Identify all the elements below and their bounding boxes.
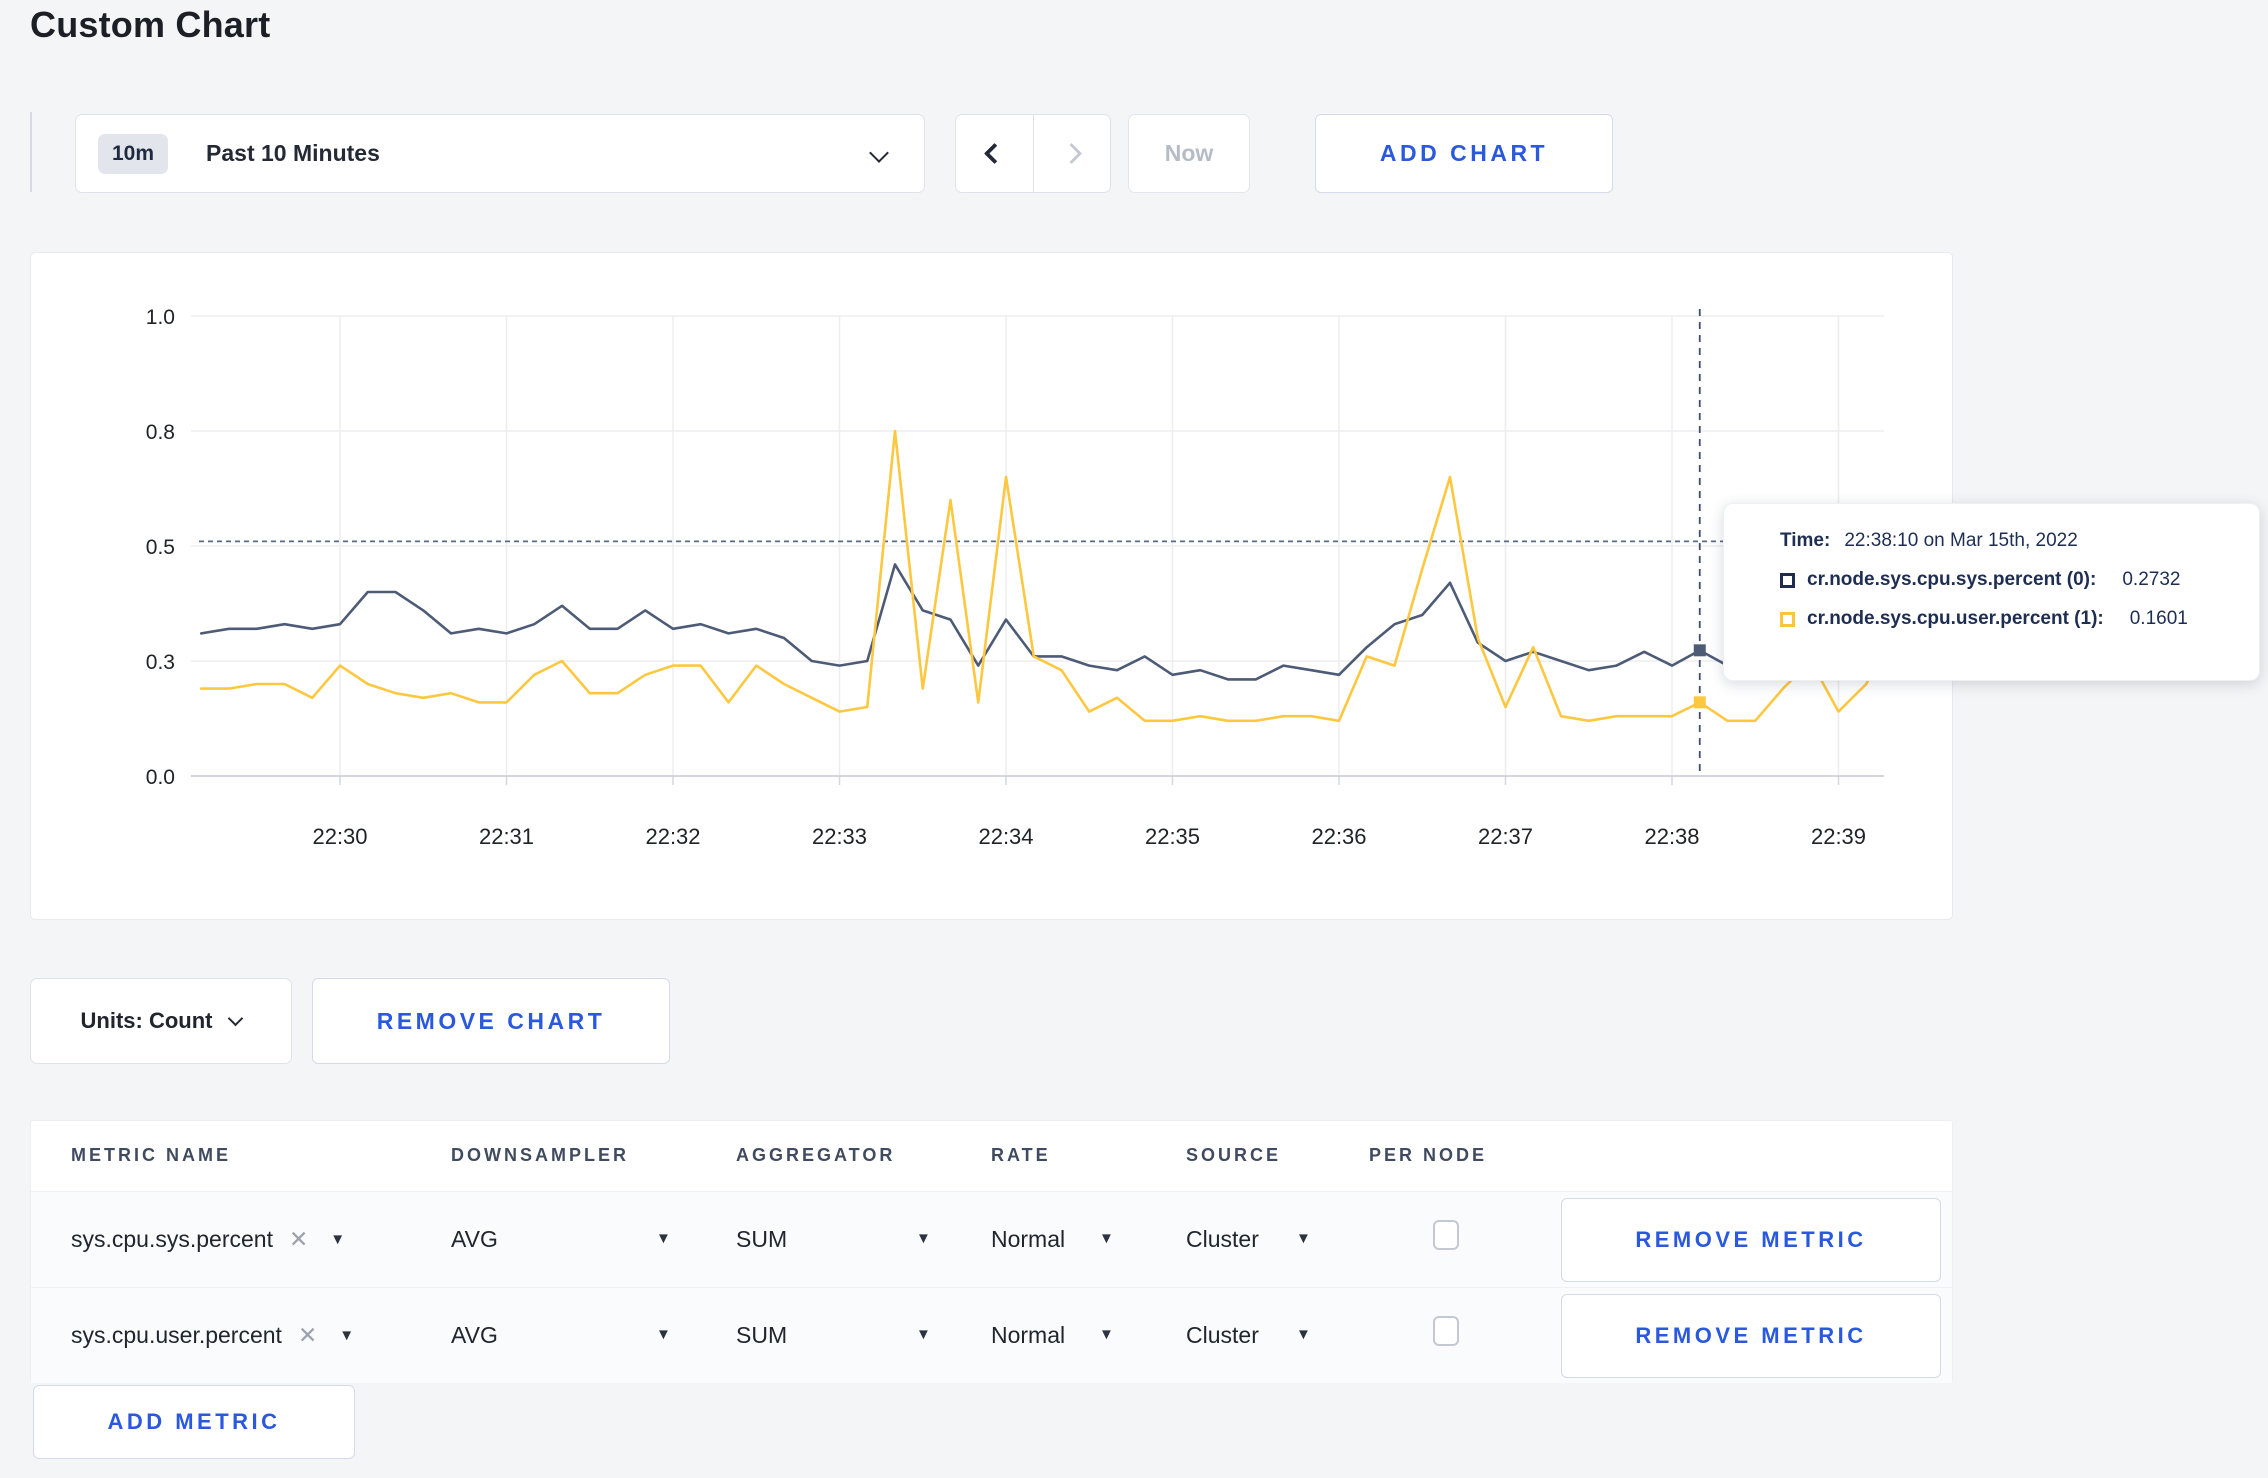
rate-arrow-icon[interactable]: ▼: [1099, 1326, 1114, 1343]
per-node-checkbox[interactable]: [1433, 1316, 1459, 1346]
metric-name-dropdown[interactable]: sys.cpu.user.percent ✕ ▼: [71, 1322, 354, 1349]
y-axis-tick-label: 0.0: [146, 766, 175, 789]
source-arrow-icon[interactable]: ▼: [1296, 1326, 1311, 1343]
tooltip-series-row: cr.node.sys.cpu.sys.percent (0): 0.2732: [1780, 569, 2259, 591]
aggregator-select[interactable]: SUM: [736, 1322, 787, 1349]
time-back-button[interactable]: [956, 115, 1034, 192]
custom-chart-page: Custom Chart 10m Past 10 Minutes Now ADD…: [0, 0, 2268, 1478]
rate-select[interactable]: Normal: [991, 1322, 1065, 1349]
col-header-rate: RATE: [991, 1145, 1051, 1165]
tooltip-time-row: Time: 22:38:10 on Mar 15th, 2022: [1780, 530, 2259, 552]
metric-name: sys.cpu.sys.percent: [71, 1226, 273, 1252]
chart-card[interactable]: 1.0 0.8 0.5 0.3 0.0 22:30 22:31 22:32 22:33 22:34…: [30, 252, 1953, 920]
sys-series-swatch-icon: [1780, 572, 1795, 588]
table-row: sys.cpu.sys.percent ✕ ▼ AVG ▼ SUM ▼ Norm…: [31, 1191, 1952, 1287]
source-select[interactable]: Cluster: [1186, 1322, 1259, 1349]
col-header-source: SOURCE: [1186, 1145, 1282, 1165]
downsampler-select[interactable]: AVG: [451, 1322, 498, 1349]
downsampler-arrow-icon[interactable]: ▼: [656, 1326, 671, 1343]
remove-metric-button[interactable]: REMOVE METRIC: [1561, 1294, 1941, 1378]
x-axis-tick-label: 22:38: [1644, 824, 1699, 849]
units-label: Units: Count: [80, 1008, 213, 1033]
x-axis-tick-label: 22:33: [812, 824, 867, 849]
chevron-down-icon: [228, 1010, 244, 1026]
hover-point-0: [1693, 644, 1706, 657]
metric-name-dropdown[interactable]: sys.cpu.sys.percent ✕ ▼: [71, 1226, 345, 1253]
add-chart-button[interactable]: ADD CHART: [1315, 114, 1613, 193]
metric-dropdown-arrow-icon[interactable]: ▼: [330, 1231, 345, 1248]
metric-dropdown-arrow-icon[interactable]: ▼: [339, 1327, 354, 1344]
y-axis-tick-label: 0.8: [146, 421, 175, 444]
x-axis-tick-label: 22:34: [978, 824, 1033, 849]
clear-metric-icon[interactable]: ✕: [298, 1322, 317, 1349]
units-dropdown[interactable]: Units: Count: [30, 978, 292, 1064]
x-axis-tick-label: 22:36: [1311, 824, 1366, 849]
tooltip-series-row: cr.node.sys.cpu.user.percent (1): 0.1601: [1780, 608, 2259, 630]
rate-select[interactable]: Normal: [991, 1226, 1065, 1253]
time-forward-button[interactable]: [1034, 115, 1111, 192]
downsampler-select[interactable]: AVG: [451, 1226, 498, 1253]
aggregator-arrow-icon[interactable]: ▼: [916, 1230, 931, 1247]
cpu-chart-canvas[interactable]: 1.0 0.8 0.5 0.3 0.0 22:30 22:31 22:32 22:33 22:34…: [31, 253, 1954, 921]
clear-metric-icon[interactable]: ✕: [289, 1226, 308, 1253]
user-series-swatch-icon: [1780, 611, 1795, 627]
chevron-right-icon: [1061, 142, 1083, 165]
time-nav-group: [955, 114, 1111, 193]
time-range-dropdown[interactable]: 10m Past 10 Minutes: [75, 114, 925, 193]
remove-chart-button[interactable]: REMOVE CHART: [312, 978, 670, 1064]
metrics-table-header: METRIC NAME DOWNSAMPLER AGGREGATOR RATE …: [31, 1121, 1952, 1191]
tooltip-time-label: Time:: [1780, 530, 1831, 551]
x-axis-tick-label: 22:35: [1145, 824, 1200, 849]
series-line-0: [199, 563, 1885, 681]
source-arrow-icon[interactable]: ▼: [1296, 1230, 1311, 1247]
metrics-table: METRIC NAME DOWNSAMPLER AGGREGATOR RATE …: [30, 1120, 1953, 1383]
y-axis-tick-label: 0.3: [146, 651, 175, 674]
aggregator-select[interactable]: SUM: [736, 1226, 787, 1253]
x-axis-tick-label: 22:30: [312, 824, 367, 849]
rate-arrow-icon[interactable]: ▼: [1099, 1230, 1114, 1247]
tooltip-time-value: 22:38:10 on Mar 15th, 2022: [1844, 530, 2078, 551]
chevron-left-icon: [983, 142, 1005, 165]
x-axis-tick-label: 22:39: [1811, 824, 1866, 849]
x-axis-tick-label: 22:37: [1478, 824, 1533, 849]
chevron-down-icon: [869, 143, 889, 163]
y-axis-tick-label: 0.5: [146, 536, 175, 559]
time-range-badge: 10m: [98, 133, 169, 174]
add-metric-button[interactable]: ADD METRIC: [33, 1385, 355, 1459]
y-axis-tick-label: 1.0: [146, 306, 175, 329]
tooltip-user-value: 0.1601: [2129, 608, 2188, 629]
aggregator-arrow-icon[interactable]: ▼: [916, 1326, 931, 1343]
downsampler-arrow-icon[interactable]: ▼: [656, 1230, 671, 1247]
series-line-1: [199, 429, 1885, 723]
remove-metric-button[interactable]: REMOVE METRIC: [1561, 1198, 1941, 1282]
tooltip-sys-value: 0.2732: [2122, 569, 2181, 590]
tooltip-sys-name: cr.node.sys.cpu.sys.percent (0):: [1807, 569, 2097, 590]
table-row: sys.cpu.user.percent ✕ ▼ AVG ▼ SUM ▼ Nor…: [31, 1287, 1952, 1383]
x-axis-tick-label: 22:31: [479, 824, 534, 849]
col-header-per-node: PER NODE: [1369, 1145, 1488, 1165]
chart-hover-tooltip: Time: 22:38:10 on Mar 15th, 2022 cr.node…: [1723, 503, 2260, 681]
col-header-aggregator: AGGREGATOR: [736, 1145, 896, 1165]
time-range-label: Past 10 Minutes: [206, 140, 380, 166]
col-header-metric-name: METRIC NAME: [71, 1145, 231, 1165]
per-node-checkbox[interactable]: [1433, 1220, 1459, 1250]
tooltip-user-name: cr.node.sys.cpu.user.percent (1):: [1807, 608, 2104, 629]
source-select[interactable]: Cluster: [1186, 1226, 1259, 1253]
now-button[interactable]: Now: [1128, 114, 1250, 193]
hover-point-1: [1693, 696, 1706, 709]
page-title: Custom Chart: [30, 4, 271, 45]
col-header-downsampler: DOWNSAMPLER: [451, 1145, 629, 1165]
x-axis-tick-label: 22:32: [645, 824, 700, 849]
metric-name: sys.cpu.user.percent: [71, 1322, 282, 1348]
toolbar-divider: [30, 112, 32, 192]
